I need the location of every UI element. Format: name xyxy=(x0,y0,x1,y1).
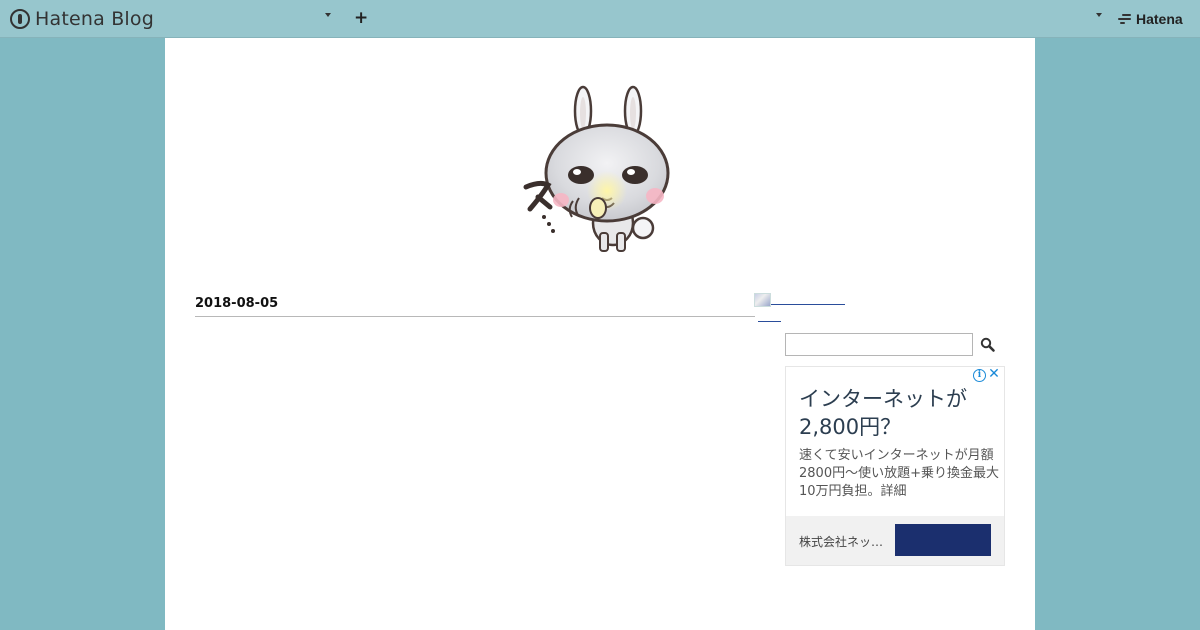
ad-close-icon[interactable]: ✕ xyxy=(987,367,1001,381)
ad-advertiser-name: 株式会社ネッ… xyxy=(799,535,884,549)
search-input[interactable] xyxy=(785,333,973,356)
sidebar-profile-thumbnail[interactable] xyxy=(754,293,771,307)
blog-menu-caret-icon[interactable] xyxy=(325,13,331,17)
search-icon[interactable] xyxy=(979,336,997,354)
brand-label: Hatena Blog xyxy=(35,8,154,30)
user-menu-caret-icon[interactable] xyxy=(1096,13,1102,17)
hatena-blog-pen-icon xyxy=(10,9,30,29)
top-navbar: Hatena Blog + Hatena xyxy=(0,0,1200,38)
entry-date-link[interactable]: 2018-08-05 xyxy=(195,296,755,317)
hatena-link[interactable]: Hatena xyxy=(1118,11,1183,27)
sidebar-profile-link[interactable] xyxy=(771,304,845,305)
ad-info-icon[interactable]: i xyxy=(973,369,986,382)
rabbit-character-illustration[interactable] xyxy=(520,83,680,258)
hatena-label: Hatena xyxy=(1136,11,1183,27)
sidebar-secondary-link[interactable] xyxy=(758,321,781,322)
ad-headline[interactable]: インターネットが2,800円？ xyxy=(799,385,999,441)
hatena-logo-icon xyxy=(1118,12,1134,26)
ad-body-text: 速くて安いインターネットが月額2800円〜使い放題+乗り換金最大10万円負担。詳… xyxy=(799,448,999,499)
hatena-blog-home-link[interactable]: Hatena Blog xyxy=(10,7,154,31)
ad-footer: 株式会社ネッ… xyxy=(786,516,1004,565)
sidebar-advertisement[interactable]: i ✕ インターネットが2,800円？ 速くて安いインターネットが月額2800円… xyxy=(785,366,1005,566)
blog-content-container: 2018-08-05 i ✕ インターネットが2,800円？ 速くて安いインター… xyxy=(165,38,1035,630)
ad-cta-button[interactable] xyxy=(895,524,991,556)
add-entry-button[interactable]: + xyxy=(354,9,368,27)
